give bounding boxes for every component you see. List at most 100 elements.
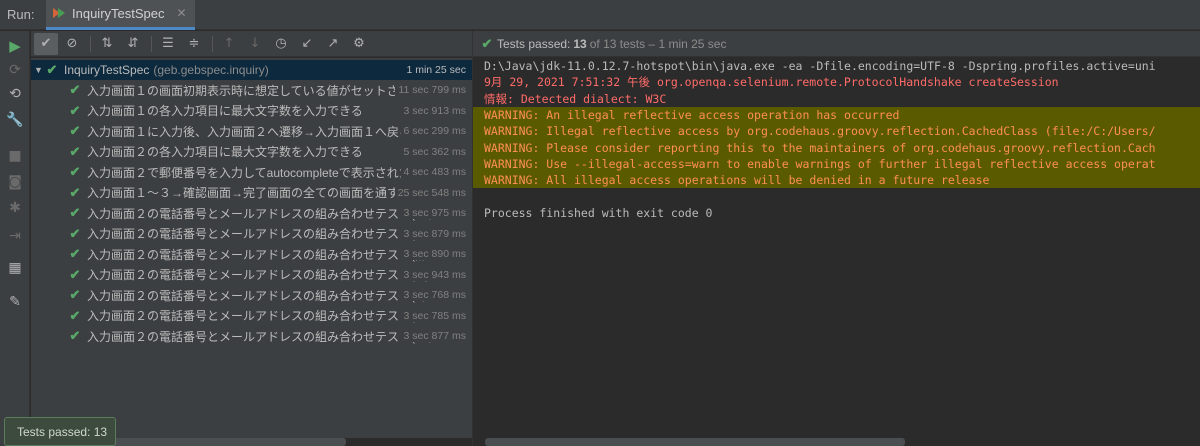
test-row[interactable]: ✔ 入力画面１の各入力項目に最大文字数を入力できる 3 sec 913 ms	[31, 101, 472, 121]
passed-check-icon: ✔	[69, 82, 81, 97]
test-name: 入力画面２の電話番号とメールアドレスの組み合わせテスト(,,,tar	[87, 247, 440, 262]
passed-check-icon: ✔	[69, 266, 81, 282]
test-row[interactable]: ✔ 入力画面２の電話番号とメールアドレスの組み合わせテスト(,,,) 3 sec 9…	[31, 265, 472, 285]
test-time: 3 sec 877 ms	[400, 330, 466, 342]
test-name: 入力画面２で郵便番号を入力してautocompleteで表示された	[87, 165, 411, 180]
test-row[interactable]: ✔ 入力画面２の電話番号とメールアドレスの組み合わせテスト(3,12 3 sec 7…	[31, 285, 472, 305]
test-time: 4 sec 483 ms	[400, 166, 466, 178]
test-row[interactable]: ✔ 入力画面２の電話番号とメールアドレスの組み合わせテスト(03,1 3 sec 9…	[31, 203, 472, 223]
console-horizontal-scrollbar[interactable]	[485, 438, 905, 446]
export-tests-icon[interactable]: ↗	[321, 33, 345, 55]
show-passed-icon[interactable]: ✔	[34, 32, 58, 55]
rerun-icon[interactable]: ▶	[6, 37, 24, 55]
show-ignored-icon[interactable]: ⊘	[60, 33, 84, 55]
test-row[interactable]: ✔ 入力画面２で郵便番号を入力してautocompleteで表示された 4 sec …	[31, 162, 472, 182]
toolbar-separator	[212, 35, 213, 52]
console-line: WARNING: Please consider reporting this …	[484, 141, 1156, 155]
run-tool-window-header: Run: InquiryTestSpec ✕	[0, 0, 1200, 30]
expand-all-icon[interactable]: ☰	[156, 33, 180, 55]
import-tests-icon[interactable]: ↙	[295, 33, 319, 55]
tab-inquiry-test-spec[interactable]: InquiryTestSpec ✕	[46, 0, 195, 30]
chevron-down-icon[interactable]: ▼	[34, 65, 44, 75]
close-icon[interactable]: ✕	[177, 6, 187, 20]
debug-icon[interactable]: ✱	[6, 199, 24, 217]
tests-passed-notification[interactable]: Tests passed: 13	[4, 417, 116, 446]
test-name: 入力画面１の各入力項目に最大文字数を入力できる	[87, 104, 363, 118]
stop-icon[interactable]: ■	[6, 147, 24, 165]
test-history-icon[interactable]: ◷	[269, 33, 293, 55]
passed-check-icon: ✔	[69, 205, 81, 220]
test-time: 3 sec 785 ms	[400, 309, 466, 322]
test-name: 入力画面２の電話番号とメールアドレスの組み合わせテスト(3,12	[87, 288, 439, 303]
test-time: 25 sec 548 ms	[394, 186, 466, 199]
test-status-bar: ✔ Tests passed: 13 of 13 tests – 1 min 2…	[473, 31, 1200, 57]
console-line: Process finished with exit code 0	[484, 206, 713, 220]
console-line: WARNING: An illegal reflective access op…	[484, 108, 900, 122]
pin-icon[interactable]: ✎	[6, 293, 24, 311]
passed-check-icon: ✔	[69, 164, 81, 179]
root-package: (geb.gebspec.inquiry)	[153, 63, 269, 77]
console-line: WARNING: All illegal access operations w…	[484, 173, 990, 187]
test-time: 3 sec 768 ms	[400, 289, 466, 301]
test-time: 3 sec 913 ms	[400, 104, 466, 117]
camera-icon[interactable]: ◙	[6, 173, 24, 191]
console-line: 9月 29, 2021 7:51:32 午後 org.openqa.seleni…	[484, 75, 1059, 89]
test-time: 5 sec 362 ms	[400, 145, 466, 158]
test-row[interactable]: ✔ 入力画面１の画面初期表示時に想定している値がセットされて 11 sec 799 …	[31, 80, 472, 100]
tree-root-row[interactable]: ▼ ✔ InquiryTestSpec (geb.gebspec.inquiry…	[31, 60, 472, 80]
test-time: 3 sec 890 ms	[400, 248, 466, 260]
test-time: 3 sec 975 ms	[400, 207, 466, 219]
test-time: 6 sec 299 ms	[400, 125, 466, 137]
console-line: WARNING: Use --illegal-access=warn to en…	[484, 157, 1156, 171]
passed-check-icon: ✔	[69, 246, 81, 261]
test-tree[interactable]: ▼ ✔ InquiryTestSpec (geb.gebspec.inquiry…	[31, 58, 472, 438]
passed-check-icon: ✔	[69, 184, 81, 200]
previous-failed-icon[interactable]: ↑	[217, 33, 241, 55]
console-line: D:\Java\jdk-11.0.12.7-hotspot\bin\java.e…	[484, 59, 1156, 73]
passed-check-icon: ✔	[69, 123, 81, 138]
test-name: 入力画面２の電話番号とメールアドレスの組み合わせテスト(03,1	[87, 329, 439, 344]
passed-check-icon: ✔	[481, 35, 493, 51]
tests-passed-label: Tests passed:	[497, 36, 571, 51]
test-row[interactable]: ✔ 入力画面２の電話番号とメールアドレスの組み合わせテスト(03,1 3 sec 8…	[31, 224, 472, 244]
test-run-icon	[52, 6, 66, 20]
test-name: 入力画面２の電話番号とメールアドレスの組み合わせテスト(03,1	[87, 206, 439, 221]
console-line: 情報: Detected dialect: W3C	[484, 92, 667, 106]
toolbar-separator	[90, 35, 91, 52]
test-name: 入力画面１に入力後、入力画面２へ遷移→入力画面１へ戻る	[87, 124, 412, 139]
test-row[interactable]: ✔ 入力画面２の電話番号とメールアドレスの組み合わせテスト(,,,tar 3 sec…	[31, 244, 472, 264]
tests-summary: of 13 tests – 1 min 25 sec	[589, 36, 727, 51]
test-time: 11 sec 799 ms	[395, 84, 466, 96]
test-name: 入力画面１～３→確認画面→完了画面の全ての画面を通す	[87, 186, 400, 200]
passed-check-icon: ✔	[69, 143, 81, 159]
passed-check-icon: ✔	[69, 102, 81, 118]
test-row[interactable]: ✔ 入力画面１～３→確認画面→完了画面の全ての画面を通す 25 sec 548 ms	[31, 183, 472, 203]
rerun-failed-icon[interactable]: ⟳	[6, 61, 24, 79]
tab-title: InquiryTestSpec	[72, 5, 165, 21]
left-toolbar: ▶ ⟳ ⟲ 🔧 ■ ◙ ✱ ⇥ ▦ ✎	[0, 31, 30, 446]
next-failed-icon[interactable]: ↓	[243, 33, 267, 55]
export-icon[interactable]: ⇥	[6, 227, 24, 245]
test-time: 3 sec 943 ms	[400, 268, 466, 281]
test-row[interactable]: ✔ 入力画面２の各入力項目に最大文字数を入力できる 5 sec 362 ms	[31, 142, 472, 162]
wrench-icon[interactable]: 🔧	[6, 111, 24, 129]
collapse-all-icon[interactable]: ≑	[182, 33, 206, 55]
test-name: 入力画面２の電話番号とメールアドレスの組み合わせテスト(,,,)	[87, 268, 429, 282]
run-label: Run:	[7, 7, 35, 22]
toggle-auto-test-icon[interactable]: ⟲	[6, 85, 24, 103]
test-row[interactable]: ✔ 入力画面２の電話番号とメールアドレスの組み合わせテスト(03,1 3 sec 8…	[31, 326, 472, 346]
test-row[interactable]: ✔ 入力画面１に入力後、入力画面２へ遷移→入力画面１へ戻る 6 sec 299 ms	[31, 121, 472, 141]
console-line: WARNING: Illegal reflective access by or…	[484, 124, 1156, 138]
sort-alphabetically-icon[interactable]: ⇅	[95, 33, 119, 55]
test-toolbar: ✔ ⊘ ⇅ ⇵ ☰ ≑ ↑ ↓ ◷ ↙ ↗ ⚙	[31, 31, 472, 57]
root-time: 1 min 25 sec	[403, 64, 466, 76]
sort-by-duration-icon[interactable]: ⇵	[121, 33, 145, 55]
passed-check-icon: ✔	[69, 328, 81, 343]
test-row[interactable]: ✔ 入力画面２の電話番号とメールアドレスの組み合わせテスト(03,1 3 sec 7…	[31, 306, 472, 326]
layout-icon[interactable]: ▦	[6, 259, 24, 277]
test-name: 入力画面２の各入力項目に最大文字数を入力できる	[87, 145, 363, 159]
settings-gear-icon[interactable]: ⚙	[347, 33, 371, 55]
console-output[interactable]: D:\Java\jdk-11.0.12.7-hotspot\bin\java.e…	[473, 58, 1200, 438]
passed-check-icon: ✔	[46, 62, 58, 77]
test-name: 入力画面２の電話番号とメールアドレスの組み合わせテスト(03,1	[87, 309, 439, 323]
